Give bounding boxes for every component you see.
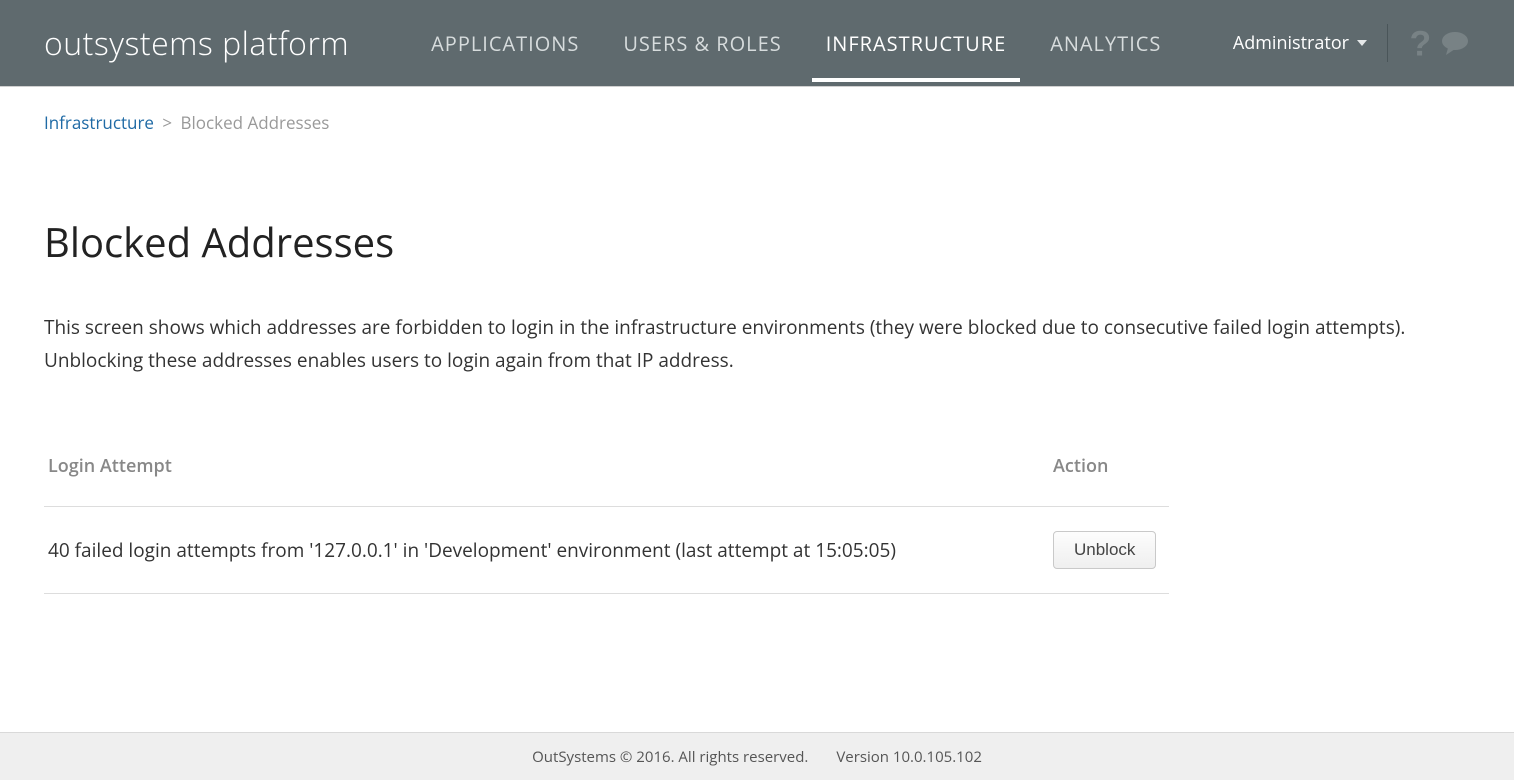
blocked-addresses-table: Login Attempt Action 40 failed login att… — [44, 442, 1169, 594]
nav-infrastructure[interactable]: INFRASTRUCTURE — [804, 0, 1029, 86]
unblock-button[interactable]: Unblock — [1053, 531, 1156, 569]
breadcrumb-current: Blocked Addresses — [181, 111, 330, 134]
action-cell: Unblock — [1049, 506, 1169, 593]
login-attempt-cell: 40 failed login attempts from '127.0.0.1… — [44, 506, 1049, 593]
column-header-login-attempt: Login Attempt — [44, 442, 1049, 507]
breadcrumb-separator: > — [162, 111, 172, 134]
footer-version: Version 10.0.105.102 — [836, 747, 982, 767]
footer: OutSystems © 2016. All rights reserved. … — [0, 732, 1514, 780]
page-title: Blocked Addresses — [44, 214, 1470, 269]
footer-copyright: OutSystems © 2016. All rights reserved. — [532, 747, 808, 767]
user-name: Administrator — [1233, 31, 1349, 55]
nav-analytics[interactable]: ANALYTICS — [1028, 0, 1183, 86]
breadcrumb: Infrastructure > Blocked Addresses — [44, 111, 1470, 134]
chevron-down-icon — [1357, 40, 1367, 46]
table-row: 40 failed login attempts from '127.0.0.1… — [44, 506, 1169, 593]
page-description: This screen shows which addresses are fo… — [44, 311, 1464, 378]
brand-logo: outsystems platform — [44, 22, 349, 65]
breadcrumb-parent-link[interactable]: Infrastructure — [44, 111, 154, 134]
main-nav: APPLICATIONS USERS & ROLES INFRASTRUCTUR… — [409, 0, 1183, 86]
page-content: Infrastructure > Blocked Addresses Block… — [0, 87, 1514, 654]
topbar-right: Administrator ? — [1233, 24, 1470, 62]
nav-users-roles[interactable]: USERS & ROLES — [601, 0, 803, 86]
user-menu[interactable]: Administrator — [1233, 31, 1367, 55]
divider — [1387, 24, 1388, 62]
nav-applications[interactable]: APPLICATIONS — [409, 0, 601, 86]
top-navigation-bar: outsystems platform APPLICATIONS USERS &… — [0, 0, 1514, 87]
feedback-icon[interactable] — [1440, 30, 1470, 56]
column-header-action: Action — [1049, 442, 1169, 507]
help-icon[interactable]: ? — [1408, 28, 1430, 58]
svg-text:?: ? — [1409, 28, 1430, 58]
